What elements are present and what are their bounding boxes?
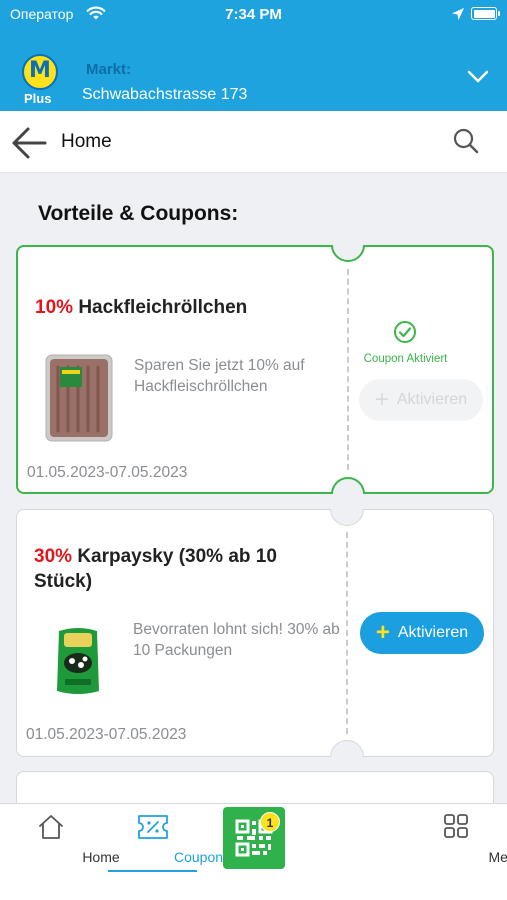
back-arrow-icon[interactable]: [10, 126, 48, 160]
market-label: Markt:: [86, 61, 132, 78]
store-logo: M: [22, 54, 60, 90]
qr-notification-badge: 1: [260, 812, 280, 832]
product-image-karpaysky: [57, 628, 99, 694]
coupon-title: 30% Karpaysky (30% ab 10 Stück): [34, 546, 277, 592]
market-address[interactable]: Schwabachstrasse 173: [82, 86, 247, 104]
location-arrow-icon: [452, 8, 464, 20]
activate-button-disabled: + Aktivieren: [359, 379, 483, 421]
coupon-divider: [347, 269, 349, 470]
section-title: Vorteile & Coupons:: [38, 202, 239, 225]
coupon-description: Bevorraten lohnt sich! 30% ab 10 Packung…: [133, 621, 340, 659]
navigation-bar: Home: [0, 111, 507, 173]
logo-text: Plus: [24, 91, 52, 106]
coupon-divider: [346, 532, 348, 734]
clock: 7:34 PM: [225, 6, 282, 23]
coupon-icon: [138, 815, 168, 839]
check-circle-icon: [394, 321, 416, 343]
activate-button[interactable]: + Aktivieren: [360, 612, 484, 654]
home-icon: [39, 815, 63, 839]
active-tab-indicator: [108, 870, 197, 872]
coupon-validity-date: 01.05.2023-07.05.2023: [26, 726, 187, 743]
app-header: Оператор 7:34 PM M Plus Markt: Schwabach…: [0, 0, 507, 111]
plus-icon: +: [375, 619, 390, 646]
product-image-minced-meat-rolls: [45, 354, 113, 442]
chevron-down-icon[interactable]: [467, 70, 489, 84]
grid-menu-icon: [444, 814, 468, 838]
coupon-description: Sparen Sie jetzt 10% auf Hackfleischröll…: [134, 357, 305, 395]
plus-icon: +: [374, 386, 389, 413]
coupon-card[interactable]: 10% Hackfleichröllchen Sparen Sie jetzt …: [16, 245, 494, 494]
status-bar: Оператор 7:34 PM: [0, 0, 507, 30]
coupon-status-label: Coupon Aktiviert: [363, 353, 448, 365]
bottom-tab-bar: Home Coupons Me: [0, 803, 507, 900]
search-icon[interactable]: [452, 127, 480, 155]
battery-icon: [471, 7, 500, 20]
page-title: Home: [61, 131, 112, 152]
coupon-title: 10% Hackfleichröllchen: [35, 297, 248, 318]
coupon-validity-date: 01.05.2023-07.05.2023: [27, 464, 188, 481]
